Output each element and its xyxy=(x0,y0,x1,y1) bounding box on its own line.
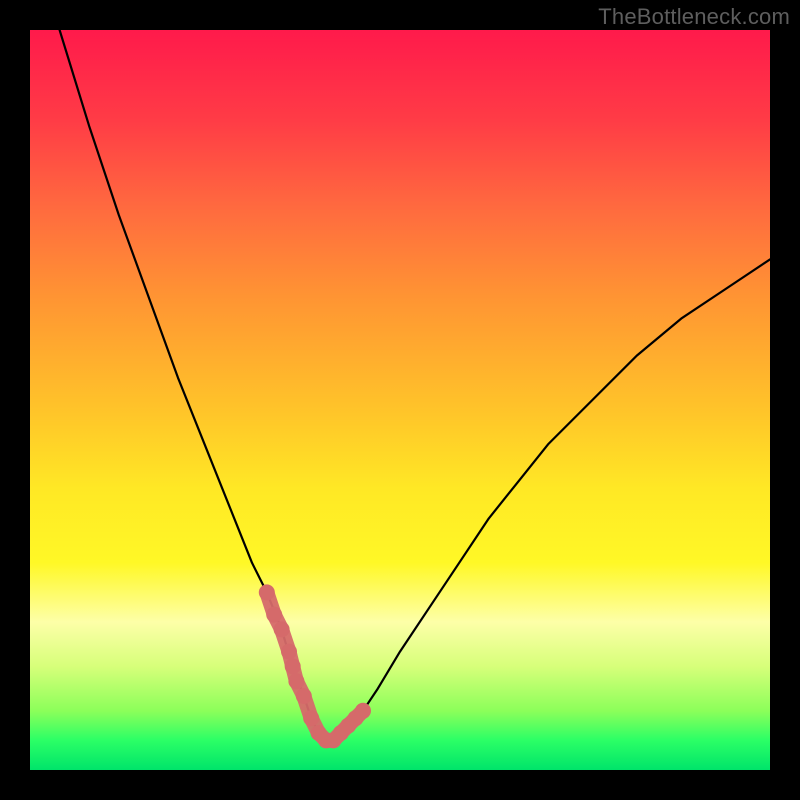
highlight-dot xyxy=(288,673,304,689)
highlight-dot xyxy=(259,584,275,600)
chart-svg xyxy=(30,30,770,770)
highlight-dot xyxy=(285,658,301,674)
highlight-dot xyxy=(303,710,319,726)
bottleneck-curve xyxy=(60,30,770,740)
chart-plot-area xyxy=(30,30,770,770)
highlight-dot xyxy=(281,644,297,660)
highlight-dot xyxy=(266,607,282,623)
highlight-dot xyxy=(296,688,312,704)
highlight-dot xyxy=(355,703,371,719)
highlight-dot xyxy=(274,621,290,637)
highlight-segment xyxy=(259,584,371,748)
watermark-text: TheBottleneck.com xyxy=(598,4,790,30)
page-frame: TheBottleneck.com xyxy=(0,0,800,800)
